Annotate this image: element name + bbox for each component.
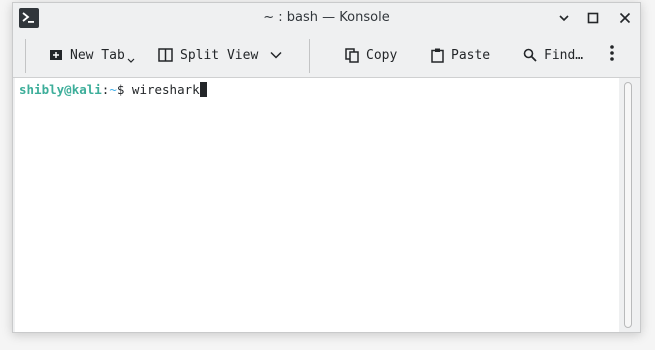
terminal-line: shibly@kali:~$ wireshark xyxy=(19,82,207,98)
close-button[interactable] xyxy=(616,9,634,27)
split-view-icon xyxy=(158,48,173,62)
prompt-user: shibly xyxy=(19,82,65,97)
find-label: Find… xyxy=(544,47,584,63)
scrollbar[interactable] xyxy=(620,78,640,332)
prompt-at: @ xyxy=(64,82,72,97)
minimize-icon xyxy=(559,15,569,22)
title-bar[interactable]: ~ : bash — Konsole xyxy=(13,3,640,33)
konsole-window: ~ : bash — Konsole New Tab Split View Co… xyxy=(12,2,641,333)
maximize-icon xyxy=(587,12,599,24)
new-tab-label: New Tab xyxy=(70,47,125,63)
maximize-button[interactable] xyxy=(584,9,602,27)
scrollbar-thumb[interactable] xyxy=(624,82,632,328)
copy-button[interactable]: Copy xyxy=(345,43,397,67)
kebab-menu-icon xyxy=(609,44,615,66)
paste-label: Paste xyxy=(451,47,491,63)
chevron-down-icon[interactable] xyxy=(127,53,135,68)
new-tab-button[interactable]: New Tab xyxy=(49,43,135,67)
menu-button[interactable] xyxy=(609,43,615,67)
find-button[interactable]: Find… xyxy=(523,43,583,67)
new-tab-icon xyxy=(49,48,63,62)
window-title: ~ : bash — Konsole xyxy=(263,10,390,25)
toolbar: New Tab Split View Copy Paste Find… xyxy=(13,33,640,78)
minimize-button[interactable] xyxy=(555,9,573,27)
prompt-host: kali xyxy=(71,82,102,97)
paste-icon xyxy=(431,48,444,63)
search-icon xyxy=(523,48,537,62)
copy-icon xyxy=(345,47,359,63)
copy-label: Copy xyxy=(366,47,398,63)
split-view-button[interactable]: Split View xyxy=(158,43,282,67)
command-text: wireshark xyxy=(131,82,200,97)
chevron-down-icon[interactable] xyxy=(270,48,282,63)
split-view-label: Split View xyxy=(180,47,259,63)
close-icon xyxy=(619,12,631,24)
toolbar-separator xyxy=(309,39,310,73)
prompt-path: ~ xyxy=(109,82,117,97)
toolbar-handle[interactable] xyxy=(25,39,26,73)
text-cursor xyxy=(199,82,207,97)
paste-button[interactable]: Paste xyxy=(431,43,490,67)
terminal-area[interactable]: shibly@kali:~$ wireshark xyxy=(15,78,619,332)
prompt-dollar: $ xyxy=(116,82,132,97)
